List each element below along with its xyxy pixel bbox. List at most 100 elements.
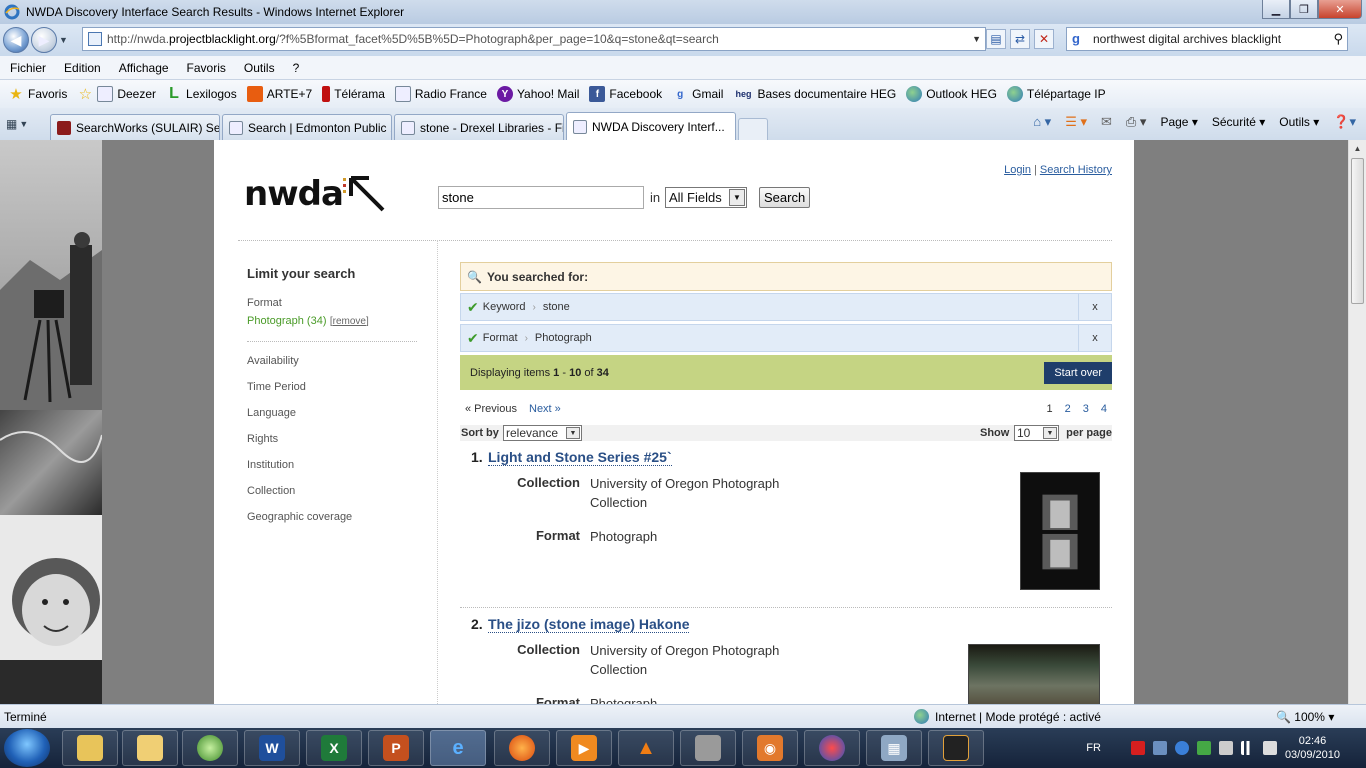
page-3[interactable]: 3: [1083, 403, 1089, 415]
search-input[interactable]: [438, 186, 644, 209]
fav-deezer[interactable]: ☆ Deezer: [77, 86, 156, 103]
result-title-link[interactable]: The jizo (stone image) Hakone: [488, 616, 690, 633]
taskbar-player[interactable]: ▶: [556, 730, 612, 766]
taskbar-vlc[interactable]: ▲: [618, 730, 674, 766]
fav-radio-france[interactable]: Radio France: [394, 86, 487, 102]
remove-facet-link[interactable]: remove: [333, 316, 366, 327]
fav-lexilogos[interactable]: L Lexilogos: [166, 85, 237, 102]
facet-language[interactable]: Language: [247, 407, 417, 419]
clock[interactable]: 02:46 03/09/2010: [1285, 734, 1340, 762]
result-title-link[interactable]: Light and Stone Series #25`: [488, 449, 672, 466]
remove-constraint-button[interactable]: x: [1078, 325, 1111, 351]
tab-nwda[interactable]: NWDA Discovery Interf...: [566, 112, 736, 140]
history-dropdown[interactable]: ▼: [59, 35, 71, 45]
tab-edmonton[interactable]: Search | Edmonton Public ...: [222, 114, 392, 140]
scroll-up-icon[interactable]: ▲: [1349, 140, 1366, 157]
tab-drexel[interactable]: stone - Drexel Libraries - Fi...: [394, 114, 564, 140]
taskbar-ie-pinned[interactable]: [62, 730, 118, 766]
network-icon[interactable]: [1240, 741, 1255, 755]
quick-tabs[interactable]: ▦ ▼: [6, 112, 50, 136]
vertical-scrollbar[interactable]: ▲: [1348, 140, 1366, 704]
taskbar-app2[interactable]: [804, 730, 860, 766]
facet-rights[interactable]: Rights: [247, 433, 417, 445]
search-button[interactable]: Search: [759, 187, 811, 208]
quick-tabs-icon[interactable]: ▦: [6, 117, 17, 131]
zoom-level[interactable]: 🔍 100% ▾: [1276, 710, 1334, 724]
chevron-down-icon[interactable]: ▼: [729, 189, 745, 206]
fav-outlook-heg[interactable]: Outlook HEG: [906, 86, 997, 102]
forward-button[interactable]: ▶: [31, 27, 57, 53]
taskbar-calculator[interactable]: ▦: [866, 730, 922, 766]
security-menu[interactable]: Sécurité ▾: [1212, 115, 1265, 129]
tray-icon[interactable]: [1152, 741, 1167, 755]
facet-geographic-coverage[interactable]: Geographic coverage: [247, 511, 417, 523]
menu-help[interactable]: ?: [293, 61, 300, 75]
menu-file[interactable]: Fichier: [10, 61, 46, 75]
maximize-button[interactable]: ❐: [1290, 0, 1318, 19]
taskbar-media[interactable]: [182, 730, 238, 766]
compatibility-view-icon[interactable]: ▤: [986, 29, 1006, 49]
home-icon[interactable]: ⌂ ▾: [1033, 114, 1051, 130]
tab-list-dropdown-icon[interactable]: ▼: [19, 119, 28, 129]
help-icon[interactable]: ❓▾: [1333, 114, 1356, 130]
fav-gmail[interactable]: g Gmail: [672, 86, 723, 102]
next-link[interactable]: Next »: [529, 403, 561, 415]
minimize-button[interactable]: ▁: [1262, 0, 1290, 19]
taskbar-powerpoint[interactable]: P: [368, 730, 424, 766]
login-link[interactable]: Login: [1004, 164, 1031, 176]
per-page-select[interactable]: 10 ▼: [1014, 425, 1059, 441]
facet-collection[interactable]: Collection: [247, 485, 417, 497]
mail-icon[interactable]: ✉: [1101, 114, 1112, 130]
close-window-button[interactable]: ✕: [1318, 0, 1362, 19]
volume-icon[interactable]: [1262, 741, 1277, 755]
tray-icon[interactable]: [1218, 741, 1233, 755]
taskbar-internet-explorer[interactable]: e: [430, 730, 486, 766]
fav-heg[interactable]: heg Bases documentaire HEG: [733, 86, 896, 102]
menu-edit[interactable]: Edition: [64, 61, 101, 75]
taskbar-app3[interactable]: [928, 730, 984, 766]
result-thumbnail[interactable]: [968, 644, 1100, 704]
taskbar-explorer[interactable]: [122, 730, 178, 766]
search-history-link[interactable]: Search History: [1040, 164, 1112, 176]
tray-icon[interactable]: [1130, 741, 1145, 755]
tools-menu[interactable]: Outils ▾: [1279, 115, 1319, 129]
chevron-down-icon[interactable]: ▼: [1043, 427, 1057, 439]
language-indicator[interactable]: FR: [1086, 742, 1101, 754]
nwda-logo[interactable]: nwda: [244, 172, 387, 216]
refresh-icon[interactable]: ⇄: [1010, 29, 1030, 49]
fav-yahoo-mail[interactable]: Y Yahoo! Mail: [496, 86, 579, 102]
tab-searchworks[interactable]: SearchWorks (SULAIR) Sea...: [50, 114, 220, 140]
browser-search-box[interactable]: g northwest digital archives blacklight …: [1066, 27, 1348, 51]
result-thumbnail[interactable]: [1020, 472, 1100, 590]
page-4[interactable]: 4: [1101, 403, 1107, 415]
page-2[interactable]: 2: [1065, 403, 1071, 415]
feeds-icon[interactable]: ☰ ▾: [1065, 114, 1087, 130]
sort-select[interactable]: relevance ▼: [503, 425, 582, 441]
address-dropdown-icon[interactable]: ▼: [972, 34, 981, 44]
tray-icon[interactable]: [1196, 741, 1211, 755]
scrollbar-thumb[interactable]: [1351, 158, 1364, 304]
new-tab-button[interactable]: [738, 118, 768, 140]
facet-availability[interactable]: Availability: [247, 355, 417, 367]
address-url[interactable]: http://nwda.projectblacklight.org/?f%5Bf…: [107, 32, 719, 46]
chevron-down-icon[interactable]: ▼: [566, 427, 580, 439]
fav-telerama[interactable]: Télérama: [322, 86, 385, 102]
taskbar-firefox[interactable]: [494, 730, 550, 766]
menu-tools[interactable]: Outils: [244, 61, 275, 75]
fav-facebook[interactable]: f Facebook: [589, 86, 662, 102]
taskbar-excel[interactable]: X: [306, 730, 362, 766]
start-button[interactable]: [4, 729, 50, 767]
tray-icon[interactable]: [1174, 741, 1189, 755]
taskbar-tool[interactable]: [680, 730, 736, 766]
fav-telepartage[interactable]: Télépartage IP: [1006, 86, 1106, 102]
search-icon[interactable]: ⚲: [1333, 31, 1343, 47]
back-button[interactable]: ◀: [3, 27, 29, 53]
fav-arte[interactable]: ARTE+7: [246, 86, 312, 102]
start-over-button[interactable]: Start over: [1044, 362, 1112, 384]
menu-favorites[interactable]: Favoris: [187, 61, 226, 75]
remove-constraint-button[interactable]: x: [1078, 294, 1111, 320]
facet-time-period[interactable]: Time Period: [247, 381, 417, 393]
stop-icon[interactable]: ✕: [1034, 29, 1054, 49]
browser-search-text[interactable]: northwest digital archives blacklight: [1093, 32, 1281, 46]
facet-institution[interactable]: Institution: [247, 459, 417, 471]
